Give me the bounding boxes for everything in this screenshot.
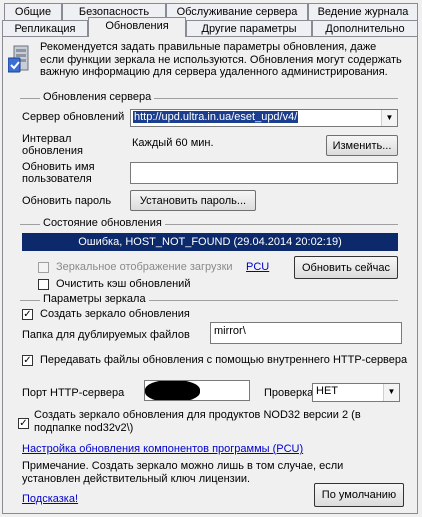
update-status-group-label: Состояние обновления (40, 217, 165, 229)
tab-logging[interactable]: Ведение журнала (308, 3, 418, 20)
redaction-mark (145, 381, 200, 400)
password-label: Обновить пароль (22, 195, 112, 207)
server-label: Сервер обновлений (22, 111, 125, 123)
clear-cache-label: Очистить кэш обновлений (56, 278, 191, 290)
tab-updates[interactable]: Обновления (88, 17, 186, 37)
clear-cache-checkbox[interactable] (38, 279, 49, 290)
info-text: Рекомендуется задать правильные параметр… (40, 41, 402, 78)
tab-advanced[interactable]: Дополнительно (312, 20, 418, 37)
tab-replication[interactable]: Репликация (2, 20, 88, 37)
port-label: Порт HTTP-сервера (22, 387, 125, 399)
server-icon (7, 42, 36, 76)
pcu-settings-link[interactable]: Настройка обновления компонентов програм… (22, 443, 303, 455)
http-server-label: Передавать файлы обновления с помощью вн… (40, 354, 408, 366)
tab-other-settings[interactable]: Другие параметры (186, 20, 312, 37)
chevron-down-icon[interactable]: ▼ (381, 110, 397, 126)
change-interval-button[interactable]: Изменить... (326, 135, 398, 156)
mirror-download-checkbox[interactable] (38, 262, 49, 273)
status-bar: Ошибка, HOST_NOT_FOUND (29.04.2014 20:02… (22, 233, 398, 251)
default-button[interactable]: По умолчанию (314, 483, 404, 507)
folder-field[interactable]: mirror\ (210, 322, 402, 344)
mirror-group-label: Параметры зеркала (40, 293, 149, 305)
tab-server-maintenance[interactable]: Обслуживание сервера (166, 3, 308, 20)
http-server-checkbox[interactable]: ✓ (22, 355, 33, 366)
nod32-mirror-checkbox[interactable]: ✓ (18, 418, 29, 429)
hint-link[interactable]: Подсказка! (22, 493, 78, 505)
update-now-button[interactable]: Обновить сейчас (294, 256, 398, 279)
chevron-down-icon[interactable]: ▼ (383, 384, 399, 401)
nod32-mirror-label: Создать зеркало обновления для продуктов… (34, 409, 361, 434)
check-label: Проверка (264, 387, 314, 399)
interval-value: Каждый 60 мин. (132, 137, 214, 149)
create-mirror-checkbox[interactable]: ✓ (22, 309, 33, 320)
folder-label: Папка для дублируемых файлов (22, 329, 190, 341)
interval-label: Интервал обновления (22, 133, 83, 157)
username-field[interactable] (130, 162, 398, 184)
pcu-link[interactable]: PCU (246, 261, 269, 273)
mirror-download-label: Зеркальное отображение загрузки (56, 261, 233, 273)
port-field[interactable] (144, 380, 250, 401)
server-dropdown[interactable]: http://upd.ultra.in.ua/eset_upd/v4/ ▼ (130, 109, 398, 127)
username-label: Обновить имя пользователя (22, 161, 95, 185)
tab-general[interactable]: Общие (4, 3, 62, 20)
create-mirror-label: Создать зеркало обновления (40, 308, 190, 320)
check-value: НЕТ (316, 385, 338, 397)
server-value: http://upd.ultra.in.ua/eset_upd/v4/ (133, 111, 299, 123)
check-dropdown[interactable]: НЕТ ▼ (312, 383, 400, 402)
update-server-group-label: Обновления сервера (40, 91, 155, 103)
set-password-button[interactable]: Установить пароль... (130, 190, 256, 211)
